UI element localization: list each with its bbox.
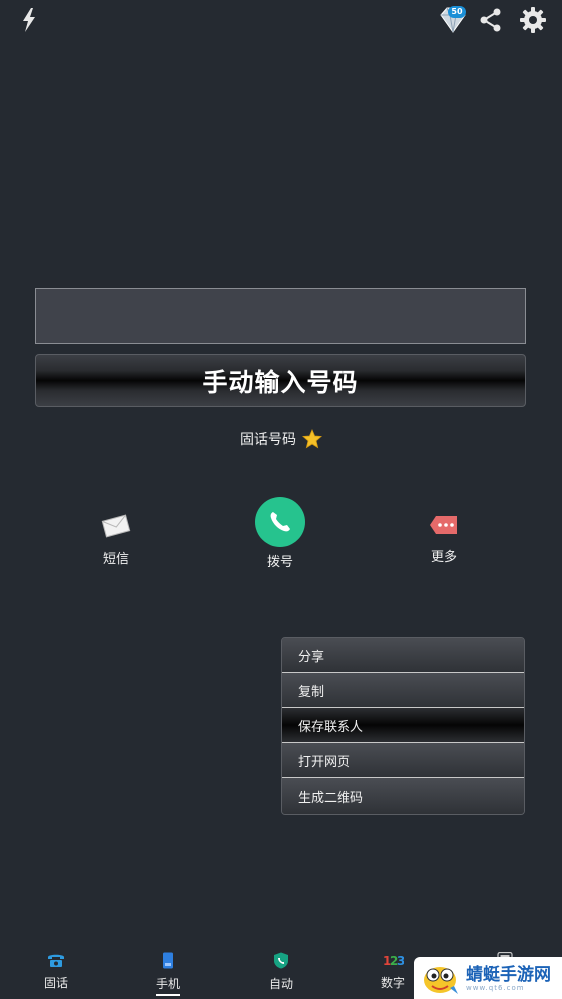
- phone-icon: [270, 512, 290, 532]
- tab-auto-label: 自动: [268, 977, 293, 991]
- sms-action[interactable]: 短信: [86, 512, 146, 567]
- more-label: 更多: [430, 550, 457, 565]
- sms-label: 短信: [102, 552, 129, 567]
- dragonfly-mascot-icon: [424, 967, 458, 994]
- auto-shield-icon: [274, 952, 288, 969]
- envelope-icon: [101, 514, 131, 538]
- landline-phone-icon: [48, 954, 64, 967]
- dial-label: 拨号: [266, 555, 293, 570]
- lightning-icon: [23, 8, 35, 32]
- top-bar: 50: [0, 0, 562, 40]
- tab-mobile-label: 手机: [155, 977, 180, 991]
- number-display-field[interactable]: [35, 288, 526, 344]
- selected-tab-indicator: [156, 994, 180, 996]
- share-icon: [480, 8, 501, 32]
- menu-item-open-webpage[interactable]: 打开网页: [282, 743, 524, 778]
- share-button[interactable]: [478, 6, 504, 34]
- dial-button[interactable]: [255, 497, 305, 547]
- tab-mobile[interactable]: 手机: [133, 952, 203, 992]
- star-icon[interactable]: [302, 429, 322, 449]
- watermark-text: 蜻蜓手游网: [466, 964, 551, 985]
- manual-entry-button[interactable]: 手动输入号码: [35, 354, 526, 407]
- mobile-phone-icon: [163, 952, 173, 969]
- menu-item-copy[interactable]: 复制: [282, 673, 524, 708]
- svg-text:3: 3: [397, 954, 404, 968]
- tab-auto[interactable]: 自动: [246, 952, 316, 992]
- manual-entry-label: 手动输入号码: [202, 367, 359, 397]
- number-type-row: 固话号码: [0, 428, 562, 450]
- gear-icon: [520, 7, 546, 33]
- menu-item-generate-qr[interactable]: 生成二维码: [282, 778, 524, 814]
- gem-count-badge: 50: [448, 6, 466, 18]
- settings-button[interactable]: [518, 5, 548, 35]
- numbers-123-icon: 1 2 3: [383, 954, 405, 968]
- context-menu: 分享 复制 保存联系人 打开网页 生成二维码: [281, 637, 525, 815]
- tab-landline-label: 固话: [43, 976, 68, 990]
- number-type-label: 固话号码: [240, 432, 296, 448]
- tab-landline[interactable]: 固话: [21, 952, 91, 991]
- flash-button[interactable]: [16, 6, 42, 34]
- more-tag-icon: [430, 516, 457, 534]
- site-watermark: 蜻蜓手游网 www.qt6.com: [414, 957, 562, 999]
- more-action[interactable]: 更多: [414, 512, 474, 565]
- menu-item-share[interactable]: 分享: [282, 638, 524, 673]
- watermark-text-block: 蜻蜓手游网 www.qt6.com: [466, 965, 551, 992]
- menu-item-save-contact[interactable]: 保存联系人: [282, 708, 524, 743]
- watermark-url: www.qt6.com: [466, 983, 525, 992]
- dial-action[interactable]: 拨号: [250, 497, 310, 570]
- premium-gem-button[interactable]: 50: [437, 5, 469, 35]
